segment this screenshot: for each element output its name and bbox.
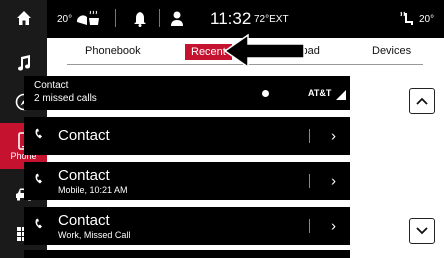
seat-heat-icon[interactable] bbox=[397, 0, 415, 38]
notification-bell-icon[interactable] bbox=[133, 0, 147, 38]
chevron-down-icon bbox=[416, 227, 428, 235]
missed-call-icon bbox=[34, 218, 46, 234]
user-profile-icon[interactable] bbox=[171, 0, 183, 38]
call-detail: Work, Missed Call bbox=[58, 230, 131, 240]
chevron-right-icon[interactable]: › bbox=[331, 218, 336, 235]
tab-phonebook[interactable]: Phonebook bbox=[85, 45, 141, 57]
call-contact-name: Contact bbox=[58, 212, 110, 229]
status-divider bbox=[115, 9, 116, 27]
signal-strength-icon bbox=[336, 87, 346, 105]
chevron-right-icon[interactable]: › bbox=[331, 173, 336, 190]
status-divider bbox=[159, 9, 160, 27]
incoming-call-icon bbox=[34, 173, 46, 189]
summary-contact-name: Contact bbox=[34, 80, 69, 91]
call-log-row-partial[interactable] bbox=[24, 250, 350, 258]
summary-missed-count: 2 missed calls bbox=[34, 93, 97, 104]
call-detail: Mobile, 10:21 AM bbox=[58, 185, 128, 195]
call-log-row[interactable]: Contact Mobile, 10:21 AM › bbox=[24, 162, 350, 200]
call-log-row[interactable]: Contact Work, Missed Call › bbox=[24, 207, 350, 245]
outgoing-call-icon bbox=[34, 128, 46, 144]
driver-temperature: 20° bbox=[57, 13, 73, 25]
call-contact-name: Contact bbox=[58, 167, 110, 184]
scroll-down-button[interactable] bbox=[409, 218, 435, 244]
row-divider bbox=[309, 174, 310, 188]
carrier-name: AT&T bbox=[308, 88, 332, 98]
chevron-up-icon bbox=[416, 97, 428, 105]
sidebar-item-home[interactable] bbox=[0, 0, 47, 36]
scroll-up-button[interactable] bbox=[409, 88, 435, 114]
passenger-temperature: 20° bbox=[419, 13, 435, 25]
battery-icon bbox=[350, 88, 354, 97]
chevron-right-icon[interactable]: › bbox=[331, 128, 336, 145]
phone-screen: Phone 20° 11:32 72°EXT 20° Phonebook Rec… bbox=[0, 0, 444, 258]
call-contact-name: Contact bbox=[58, 127, 110, 144]
home-icon bbox=[16, 11, 31, 25]
tab-devices[interactable]: Devices bbox=[372, 45, 411, 57]
callout-arrow-icon bbox=[223, 33, 305, 69]
missed-calls-summary-row[interactable]: Contact 2 missed calls AT&T bbox=[24, 76, 354, 110]
signal-dot-icon bbox=[262, 90, 269, 97]
music-icon bbox=[17, 55, 30, 71]
call-log-row[interactable]: Contact › bbox=[24, 117, 350, 155]
row-divider bbox=[309, 129, 310, 143]
steering-wheel-heat-icon[interactable] bbox=[75, 0, 103, 38]
row-divider bbox=[309, 219, 310, 233]
